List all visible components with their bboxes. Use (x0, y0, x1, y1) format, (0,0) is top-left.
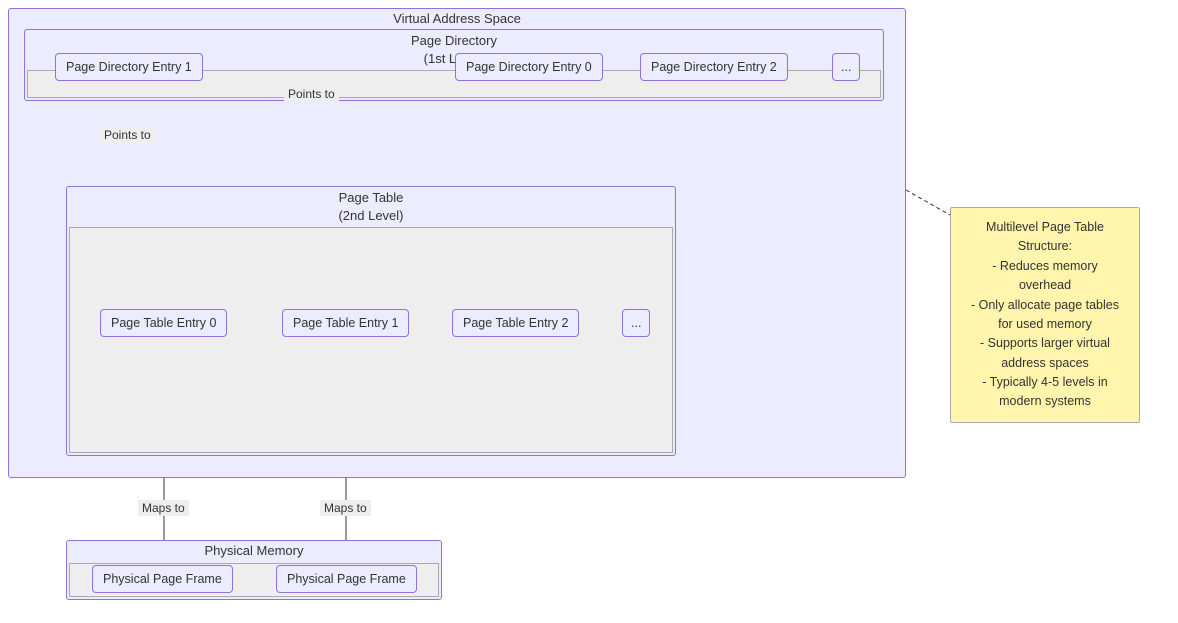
note-line-6: - Typically 4-5 levels in (961, 373, 1129, 392)
note-line-4: - Supports larger virtual (961, 334, 1129, 353)
page-directory-entry-0: Page Directory Entry 0 (455, 53, 603, 81)
note-subtitle: Structure: (961, 237, 1129, 256)
pte1-label: Page Table Entry 1 (293, 316, 398, 330)
pte0-label: Page Table Entry 0 (111, 316, 216, 330)
page-directory-entry-more: ... (832, 53, 860, 81)
pte2-label: Page Table Entry 2 (463, 316, 568, 330)
pde1-label: Page Directory Entry 1 (66, 60, 192, 74)
frame1-label: Physical Page Frame (287, 572, 406, 586)
note-title: Multilevel Page Table (961, 218, 1129, 237)
vas-title: Virtual Address Space (9, 9, 905, 28)
physical-page-frame-1: Physical Page Frame (276, 565, 417, 593)
edge-label-pde1: Points to (100, 127, 155, 143)
page-table-entry-0: Page Table Entry 0 (100, 309, 227, 337)
page-directory-entry-2: Page Directory Entry 2 (640, 53, 788, 81)
note-line-7: modern systems (961, 392, 1129, 411)
edge-label-pte1: Maps to (320, 500, 371, 516)
pte-more-label: ... (631, 316, 641, 330)
note-line-1: overhead (961, 276, 1129, 295)
physical-memory-title: Physical Memory (67, 541, 441, 560)
pde-more-label: ... (841, 60, 851, 74)
note-line-0: - Reduces memory (961, 257, 1129, 276)
page-table-entry-2: Page Table Entry 2 (452, 309, 579, 337)
pd-title-line: Page Directory (411, 33, 497, 48)
edge-label-pte0: Maps to (138, 500, 189, 516)
physical-page-frame-0: Physical Page Frame (92, 565, 233, 593)
pt-title-line: Page Table (339, 190, 404, 205)
page-table-entry-1: Page Table Entry 1 (282, 309, 409, 337)
note-line-5: address spaces (961, 354, 1129, 373)
pt-subtitle-line: (2nd Level) (338, 208, 403, 223)
note-box: Multilevel Page Table Structure: - Reduc… (950, 207, 1140, 423)
page-directory-entry-1: Page Directory Entry 1 (55, 53, 203, 81)
edge-label-pde0: Points to (284, 86, 339, 102)
note-line-2: - Only allocate page tables (961, 296, 1129, 315)
note-line-3: for used memory (961, 315, 1129, 334)
page-table-title: Page Table (2nd Level) (67, 187, 675, 226)
page-table-body (69, 227, 673, 453)
pde0-label: Page Directory Entry 0 (466, 60, 592, 74)
page-table-entry-more: ... (622, 309, 650, 337)
frame0-label: Physical Page Frame (103, 572, 222, 586)
pde2-label: Page Directory Entry 2 (651, 60, 777, 74)
